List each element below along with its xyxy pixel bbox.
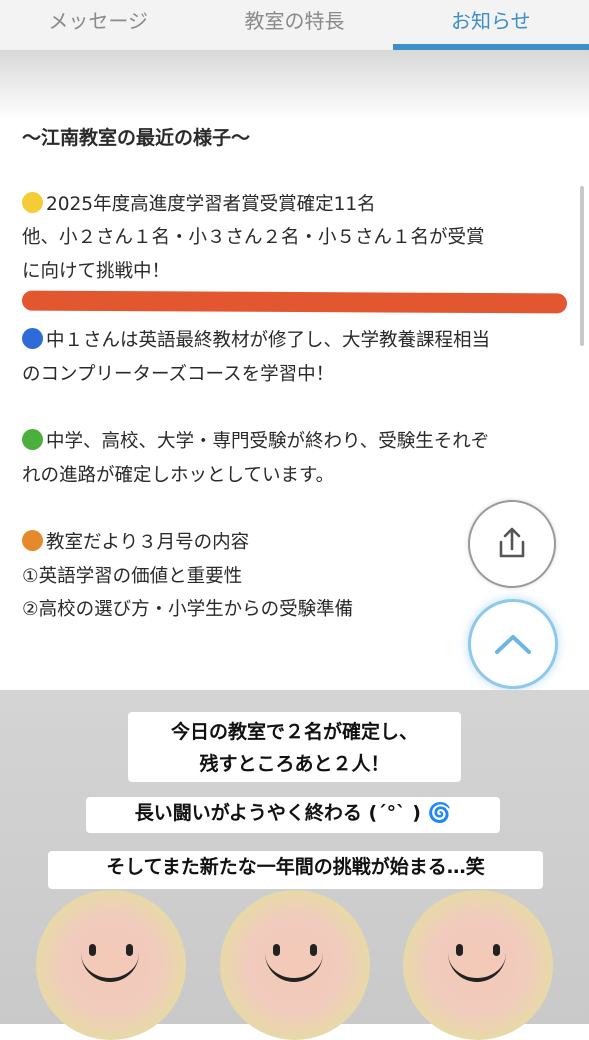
scrollbar[interactable] [580, 186, 584, 346]
tab-news[interactable]: お知らせ [392, 0, 589, 50]
list-item: 2025年度高進度学習者賞受賞確定11名 他、小２さん１名・小３さん２名・小５さ… [22, 191, 485, 282]
share-icon [499, 527, 525, 558]
caption-sticker: 長い闘いがようやく終わる (´°` ) 🌀 [86, 797, 500, 833]
green-circle-icon [22, 429, 43, 450]
header-shadow [0, 50, 589, 120]
scroll-top-button[interactable] [468, 599, 558, 689]
yellow-circle-icon [22, 191, 43, 213]
list-item: 中学、高校、大学・専門受験が終わり、受験生それぞ れの進路が確定しホッとしていま… [22, 429, 490, 486]
tab-features[interactable]: 教室の特長 [196, 0, 392, 50]
article-heading: 〜江南教室の最近の様子〜 [22, 127, 251, 149]
share-button[interactable] [468, 500, 556, 588]
blue-circle-icon [22, 328, 43, 349]
smiley-sticker [36, 890, 186, 1040]
list-item: 中１さんは英語最終教材が修了し、大学教養課程相当 のコンプリーターズコースを学習… [22, 328, 491, 385]
redaction-mark [21, 290, 568, 318]
chevron-up-icon [495, 635, 531, 654]
tab-bar: メッセージ 教室の特長 お知らせ [0, 0, 589, 51]
caption-sticker: 今日の教室で２名が確定し、 残すところあと２人！ [128, 712, 461, 782]
orange-circle-icon [22, 530, 43, 551]
smiley-sticker [403, 890, 553, 1040]
smiley-sticker [220, 890, 370, 1040]
caption-sticker: そしてまた新たな一年間の挑戦が始まる…笑 [48, 851, 543, 889]
tab-message[interactable]: メッセージ [0, 0, 196, 50]
